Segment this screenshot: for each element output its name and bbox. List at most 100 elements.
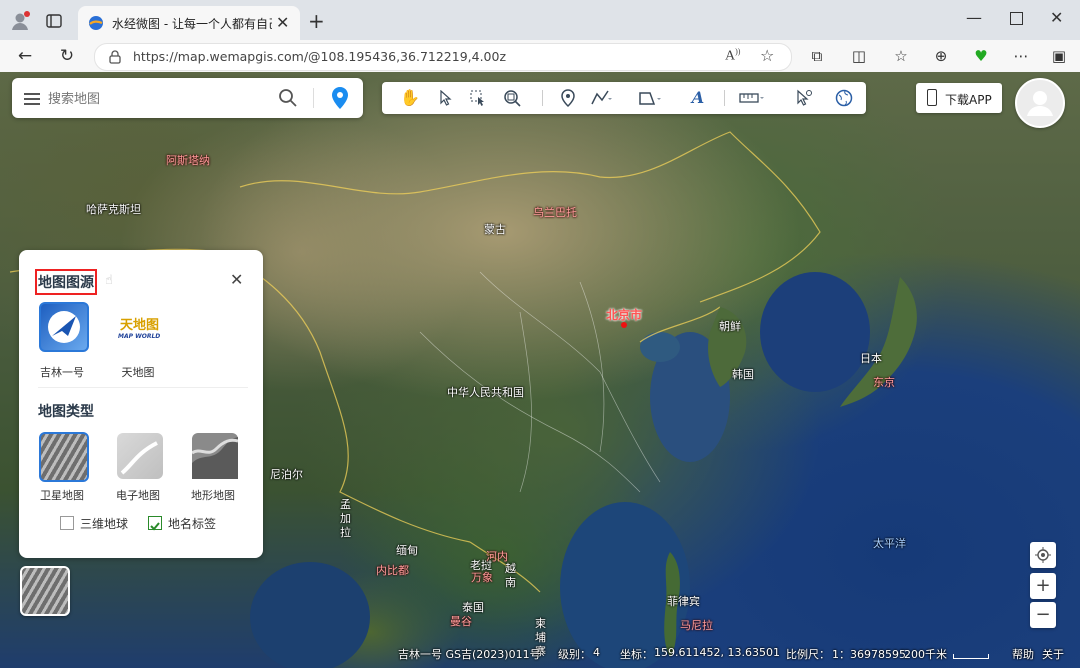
tab-title: 水经微图 - 让每一个人都有自己的 xyxy=(112,17,272,31)
map-label-city[interactable]: 阿斯塔纳 xyxy=(166,152,210,168)
map-label-country-vertical[interactable]: 孟加拉 xyxy=(340,498,352,540)
type-electronic[interactable] xyxy=(117,433,163,479)
map-status-bar: 吉林一号 GS吉(2023)011号 级别： 4 坐标： 159.611452,… xyxy=(390,644,1080,664)
favorites-icon[interactable]: ☆ xyxy=(888,43,914,69)
3d-globe-checkbox[interactable] xyxy=(60,516,74,530)
coordinate-label: 坐标： xyxy=(620,648,653,661)
toolbar-divider xyxy=(542,90,543,106)
zoom-level-label: 级别： xyxy=(558,648,591,661)
text-icon[interactable]: A xyxy=(684,82,712,114)
globe-icon[interactable] xyxy=(830,82,858,114)
map-label-country-vertical[interactable]: 越南 xyxy=(505,562,517,590)
collections-icon[interactable]: ⊕ xyxy=(928,43,954,69)
polyline-icon[interactable] xyxy=(588,82,616,114)
scale-bar-text: 200千米 xyxy=(904,648,947,661)
box-select-icon[interactable] xyxy=(464,82,492,114)
marker-icon[interactable] xyxy=(554,82,582,114)
scale-label: 比例尺： xyxy=(786,648,830,661)
back-icon[interactable]: ← xyxy=(12,43,38,69)
pick-icon[interactable] xyxy=(790,82,818,114)
download-app-label: 下载APP xyxy=(945,93,992,107)
browser-tab[interactable]: 水经微图 - 让每一个人都有自己的 ✕ xyxy=(78,6,300,40)
search-icon[interactable] xyxy=(278,88,298,108)
source-label: 吉林一号 xyxy=(40,366,84,379)
phone-icon xyxy=(927,89,937,106)
search-input[interactable] xyxy=(46,88,270,110)
extensions-icon[interactable]: ⧉ xyxy=(804,43,830,69)
new-tab-icon[interactable]: + xyxy=(308,9,325,33)
map-label-country[interactable]: 菲律宾 xyxy=(667,593,700,609)
map-label-country[interactable]: 日本 xyxy=(860,350,882,366)
lock-icon[interactable] xyxy=(109,49,121,64)
minimize-icon[interactable]: — xyxy=(966,8,982,27)
tianditu-logo-icon: 天地图 xyxy=(120,318,160,333)
type-satellite[interactable] xyxy=(39,432,89,482)
map-label-city[interactable]: 河内 xyxy=(486,548,508,564)
map-label-country[interactable]: 中华人民共和国 xyxy=(447,384,524,400)
read-aloud-icon[interactable]: A)) xyxy=(725,47,740,65)
measure-ruler-icon[interactable] xyxy=(738,82,766,114)
map-label-city[interactable]: 万象 xyxy=(471,569,493,585)
split-screen-icon[interactable]: ◫ xyxy=(846,43,872,69)
type-label: 电子地图 xyxy=(116,489,160,502)
pointer-hand-icon: ☝ xyxy=(105,273,113,288)
search-divider xyxy=(313,88,314,108)
map-label-city[interactable]: 乌兰巴托 xyxy=(533,204,577,220)
locate-icon[interactable] xyxy=(1030,542,1056,568)
zoom-level-value: 4 xyxy=(593,646,600,659)
reload-icon[interactable]: ↻ xyxy=(54,43,80,69)
map-label-country[interactable]: 缅甸 xyxy=(396,542,418,558)
close-window-icon[interactable]: ✕ xyxy=(1050,8,1063,27)
polygon-icon[interactable] xyxy=(636,82,664,114)
site-favicon-icon xyxy=(88,15,104,31)
type-terrain[interactable] xyxy=(191,433,239,479)
capital-marker-icon xyxy=(621,322,627,328)
map-label-capital[interactable]: 北京市 xyxy=(606,306,642,323)
download-app-button[interactable]: 下载APP xyxy=(916,83,1002,113)
map-label-city[interactable]: 曼谷 xyxy=(450,613,472,629)
profile-icon[interactable] xyxy=(10,10,32,32)
place-labels-checkbox[interactable] xyxy=(148,516,162,531)
performance-icon[interactable]: ♥ xyxy=(968,43,994,69)
map-label-country[interactable]: 哈萨克斯坦 xyxy=(86,201,141,217)
pan-hand-icon[interactable]: ✋ xyxy=(396,82,424,114)
favorite-icon[interactable]: ☆ xyxy=(760,46,774,65)
url-text: https://map.wemapgis.com/@108.195436,36.… xyxy=(133,49,507,64)
map-label-country[interactable]: 尼泊尔 xyxy=(270,466,303,482)
tab-actions-icon[interactable] xyxy=(45,12,63,30)
type-label: 卫星地图 xyxy=(40,489,84,502)
zoom-in-button[interactable]: + xyxy=(1030,573,1056,599)
scale-value: 1：36978595 xyxy=(832,648,906,661)
map-label-country[interactable]: 蒙古 xyxy=(484,221,506,237)
read-aloud-label: A xyxy=(725,48,736,64)
zoom-out-button[interactable]: − xyxy=(1030,602,1056,628)
avatar[interactable] xyxy=(1015,78,1065,128)
layer-switch-button[interactable] xyxy=(20,566,70,616)
menu-icon[interactable] xyxy=(24,91,40,105)
zoom-box-icon[interactable] xyxy=(498,82,526,114)
help-link[interactable]: 帮助 xyxy=(1012,646,1034,662)
select-arrow-icon[interactable] xyxy=(432,82,460,114)
location-pin-icon[interactable] xyxy=(330,86,350,110)
map-label-ocean[interactable]: 太平洋 xyxy=(873,535,906,551)
map-label-city[interactable]: 东京 xyxy=(873,374,895,390)
map-label-country[interactable]: 韩国 xyxy=(732,366,754,382)
about-link[interactable]: 关于 xyxy=(1042,646,1064,662)
map-source-title: 地图图源 xyxy=(35,269,97,295)
source-jilin-1[interactable] xyxy=(39,302,89,352)
close-icon[interactable]: ✕ xyxy=(230,270,243,289)
map-label-city[interactable]: 马尼拉 xyxy=(680,617,713,633)
map-label-city[interactable]: 内比都 xyxy=(376,562,409,578)
source-tianditu[interactable]: 天地图 MAP WORLD xyxy=(116,304,166,350)
coordinate-value: 159.611452, 13.63501 xyxy=(654,646,780,659)
map-type-title: 地图类型 xyxy=(38,404,94,420)
tab-close-icon[interactable]: ✕ xyxy=(276,13,289,32)
sidebar-icon[interactable]: ▣ xyxy=(1046,43,1072,69)
place-labels-label: 地名标签 xyxy=(168,517,217,531)
url-field[interactable]: https://map.wemapgis.com/@108.195436,36.… xyxy=(94,43,792,71)
scale-bar xyxy=(953,654,989,659)
map-label-country[interactable]: 朝鲜 xyxy=(719,318,741,334)
more-icon[interactable]: ⋯ xyxy=(1008,43,1034,69)
maximize-icon[interactable] xyxy=(1010,12,1023,25)
browser-toolbar: https://map.wemapgis.com/@108.195436,36.… xyxy=(0,40,1080,72)
